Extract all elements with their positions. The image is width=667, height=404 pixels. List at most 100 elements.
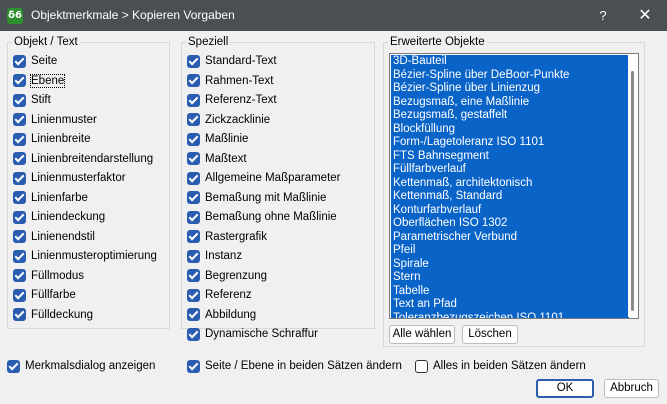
- close-button[interactable]: ✕: [634, 6, 656, 26]
- speziell-checkbox-14[interactable]: Dynamische Schraffur: [187, 325, 318, 343]
- list-item[interactable]: Füllfarbverlauf: [391, 163, 629, 177]
- checkbox-box[interactable]: [13, 171, 26, 185]
- help-button[interactable]: ?: [593, 6, 613, 26]
- speziell-checkbox-0[interactable]: Standard-Text: [187, 52, 277, 70]
- list-item[interactable]: Kettenmaß, architektonisch: [391, 177, 629, 191]
- list-item[interactable]: Stern: [391, 271, 629, 285]
- checkbox-box[interactable]: [13, 191, 26, 204]
- speziell-checkbox-13[interactable]: Abbildung: [187, 306, 256, 324]
- speziell-checkbox-8[interactable]: Bemaßung ohne Maßlinie: [187, 208, 337, 226]
- checkbox-box[interactable]: [13, 74, 26, 87]
- ok-button[interactable]: OK: [536, 379, 594, 398]
- checkbox-box[interactable]: [13, 288, 26, 302]
- checkbox-box[interactable]: [415, 359, 428, 373]
- show-dialog-checkbox[interactable]: Merkmalsdialog anzeigen: [7, 357, 155, 375]
- speziell-label: Dynamische Schraffur: [205, 328, 318, 340]
- speziell-checkbox-11[interactable]: Begrenzung: [187, 267, 267, 285]
- checkbox-box[interactable]: [7, 359, 20, 373]
- speziell-label: Referenz-Text: [205, 94, 277, 106]
- checkbox-box[interactable]: [13, 152, 26, 165]
- speziell-checkbox-9[interactable]: Rastergrafik: [187, 228, 267, 246]
- list-item[interactable]: Toleranzbezugszeichen ISO 1101: [391, 312, 629, 319]
- checkbox-box[interactable]: [187, 288, 200, 302]
- objekt-checkbox-5[interactable]: Linienbreitendarstellung: [13, 150, 153, 168]
- list-item[interactable]: Bézier-Spline über DeBoor-Punkte: [391, 69, 629, 83]
- checkbox-box[interactable]: [187, 249, 200, 263]
- speziell-checkbox-12[interactable]: Referenz: [187, 286, 252, 304]
- checkbox-box[interactable]: [187, 152, 200, 165]
- list-item[interactable]: Kettenmaß, Standard: [391, 190, 629, 204]
- objekt-checkbox-8[interactable]: Liniendeckung: [13, 208, 105, 226]
- erweiterte-objekte-listbox[interactable]: 3D-Bauteil Bézier-Spline über DeBoor-Punk…: [389, 53, 639, 319]
- objekt-checkbox-3[interactable]: Linienmuster: [13, 111, 97, 129]
- checkbox-box[interactable]: [13, 113, 26, 126]
- checkbox-box[interactable]: [13, 249, 26, 263]
- group-speziell-title: Speziell: [186, 35, 231, 49]
- objekt-checkbox-1[interactable]: Ebene: [13, 72, 66, 90]
- checkbox-box[interactable]: [187, 359, 200, 373]
- list-item[interactable]: Spirale: [391, 258, 629, 272]
- checkbox-box[interactable]: [187, 308, 200, 321]
- checkbox-box[interactable]: [13, 308, 26, 321]
- change-page-layer-checkbox[interactable]: Seite / Ebene in beiden Sätzen ändern: [187, 357, 402, 375]
- list-item[interactable]: Text an Pfad: [391, 298, 629, 312]
- objekt-checkbox-11[interactable]: Füllmodus: [13, 267, 84, 285]
- list-item[interactable]: 3D-Bauteil: [391, 55, 629, 69]
- speziell-checkbox-1[interactable]: Rahmen-Text: [187, 72, 273, 90]
- list-item[interactable]: Parametrischer Verbund: [391, 231, 629, 245]
- speziell-checkbox-6[interactable]: Allgemeine Maßparameter: [187, 169, 341, 187]
- list-item[interactable]: Bézier-Spline über Linienzug: [391, 82, 629, 96]
- list-item[interactable]: FTS Bahnsegment: [391, 150, 629, 164]
- checkbox-box[interactable]: [13, 210, 26, 224]
- objekt-checkbox-12[interactable]: Füllfarbe: [13, 286, 76, 304]
- speziell-label: Instanz: [205, 250, 243, 262]
- objekt-checkbox-13[interactable]: Fülldeckung: [13, 306, 93, 324]
- checkbox-box[interactable]: [13, 269, 26, 282]
- scrollbar-thumb[interactable]: [631, 71, 634, 311]
- change-all-checkbox[interactable]: Alles in beiden Sätzen ändern: [415, 357, 586, 375]
- speziell-checkbox-7[interactable]: Bemaßung mit Maßlinie: [187, 189, 326, 207]
- objekt-checkbox-4[interactable]: Linienbreite: [13, 130, 90, 148]
- objekt-label: Ebene: [29, 73, 66, 88]
- objekt-checkbox-2[interactable]: Stift: [13, 91, 51, 109]
- checkbox-box[interactable]: [13, 230, 26, 243]
- checkbox-box[interactable]: [187, 269, 200, 282]
- list-item[interactable]: Bezugsmaß, gestaffelt: [391, 109, 629, 123]
- checkbox-box[interactable]: [187, 132, 200, 146]
- objekt-checkbox-9[interactable]: Linienendstil: [13, 228, 95, 246]
- speziell-checkbox-3[interactable]: Zickzacklinie: [187, 111, 270, 129]
- checkbox-box[interactable]: [187, 93, 200, 107]
- checkbox-box[interactable]: [13, 93, 26, 107]
- list-item[interactable]: Blockfüllung: [391, 123, 629, 137]
- speziell-checkbox-2[interactable]: Referenz-Text: [187, 91, 277, 109]
- objekt-checkbox-6[interactable]: Linienmusterfaktor: [13, 169, 126, 187]
- checkbox-box[interactable]: [187, 74, 200, 87]
- cancel-button[interactable]: Abbruch: [604, 379, 659, 398]
- change-all-label: Alles in beiden Sätzen ändern: [433, 360, 586, 372]
- list-item[interactable]: Form-/Lagetoleranz ISO 1101: [391, 136, 629, 150]
- clear-button[interactable]: Löschen: [462, 325, 518, 344]
- checkbox-box[interactable]: [13, 132, 26, 146]
- checkbox-box[interactable]: [187, 327, 200, 341]
- checkbox-box[interactable]: [187, 210, 200, 224]
- checkbox-box[interactable]: [187, 54, 200, 68]
- checkbox-box[interactable]: [187, 171, 200, 185]
- list-item[interactable]: Pfeil: [391, 244, 629, 258]
- select-all-button[interactable]: Alle wählen: [389, 325, 455, 344]
- objekt-checkbox-10[interactable]: Linienmusteroptimierung: [13, 247, 157, 265]
- speziell-checkbox-4[interactable]: Maßlinie: [187, 130, 248, 148]
- objekt-checkbox-0[interactable]: Seite: [13, 52, 57, 70]
- objekt-checkbox-7[interactable]: Linienfarbe: [13, 189, 88, 207]
- checkbox-box[interactable]: [187, 191, 200, 204]
- objekt-label: Füllmodus: [31, 269, 85, 282]
- speziell-checkbox-5[interactable]: Maßtext: [187, 150, 247, 168]
- list-item[interactable]: Bezugsmaß, eine Maßlinie: [391, 96, 629, 110]
- listbox-scrollbar[interactable]: [628, 55, 637, 317]
- checkbox-box[interactable]: [13, 54, 26, 68]
- speziell-checkbox-10[interactable]: Instanz: [187, 247, 242, 265]
- checkbox-box[interactable]: [187, 113, 200, 126]
- list-item[interactable]: Oberflächen ISO 1302: [391, 217, 629, 231]
- list-item[interactable]: Tabelle: [391, 285, 629, 299]
- checkbox-box[interactable]: [187, 230, 200, 243]
- list-item[interactable]: Konturfarbverlauf: [391, 204, 629, 218]
